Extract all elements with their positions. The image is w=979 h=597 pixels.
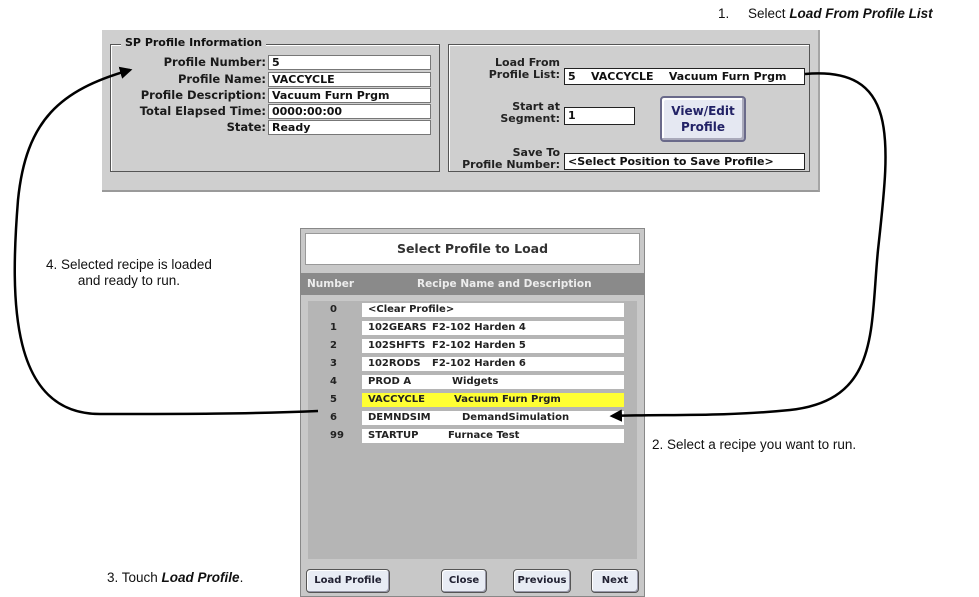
callout-arrows [13, 66, 887, 422]
arrow-selection-to-profile-number [13, 66, 319, 416]
arrow-load-list-to-selection [609, 72, 887, 422]
